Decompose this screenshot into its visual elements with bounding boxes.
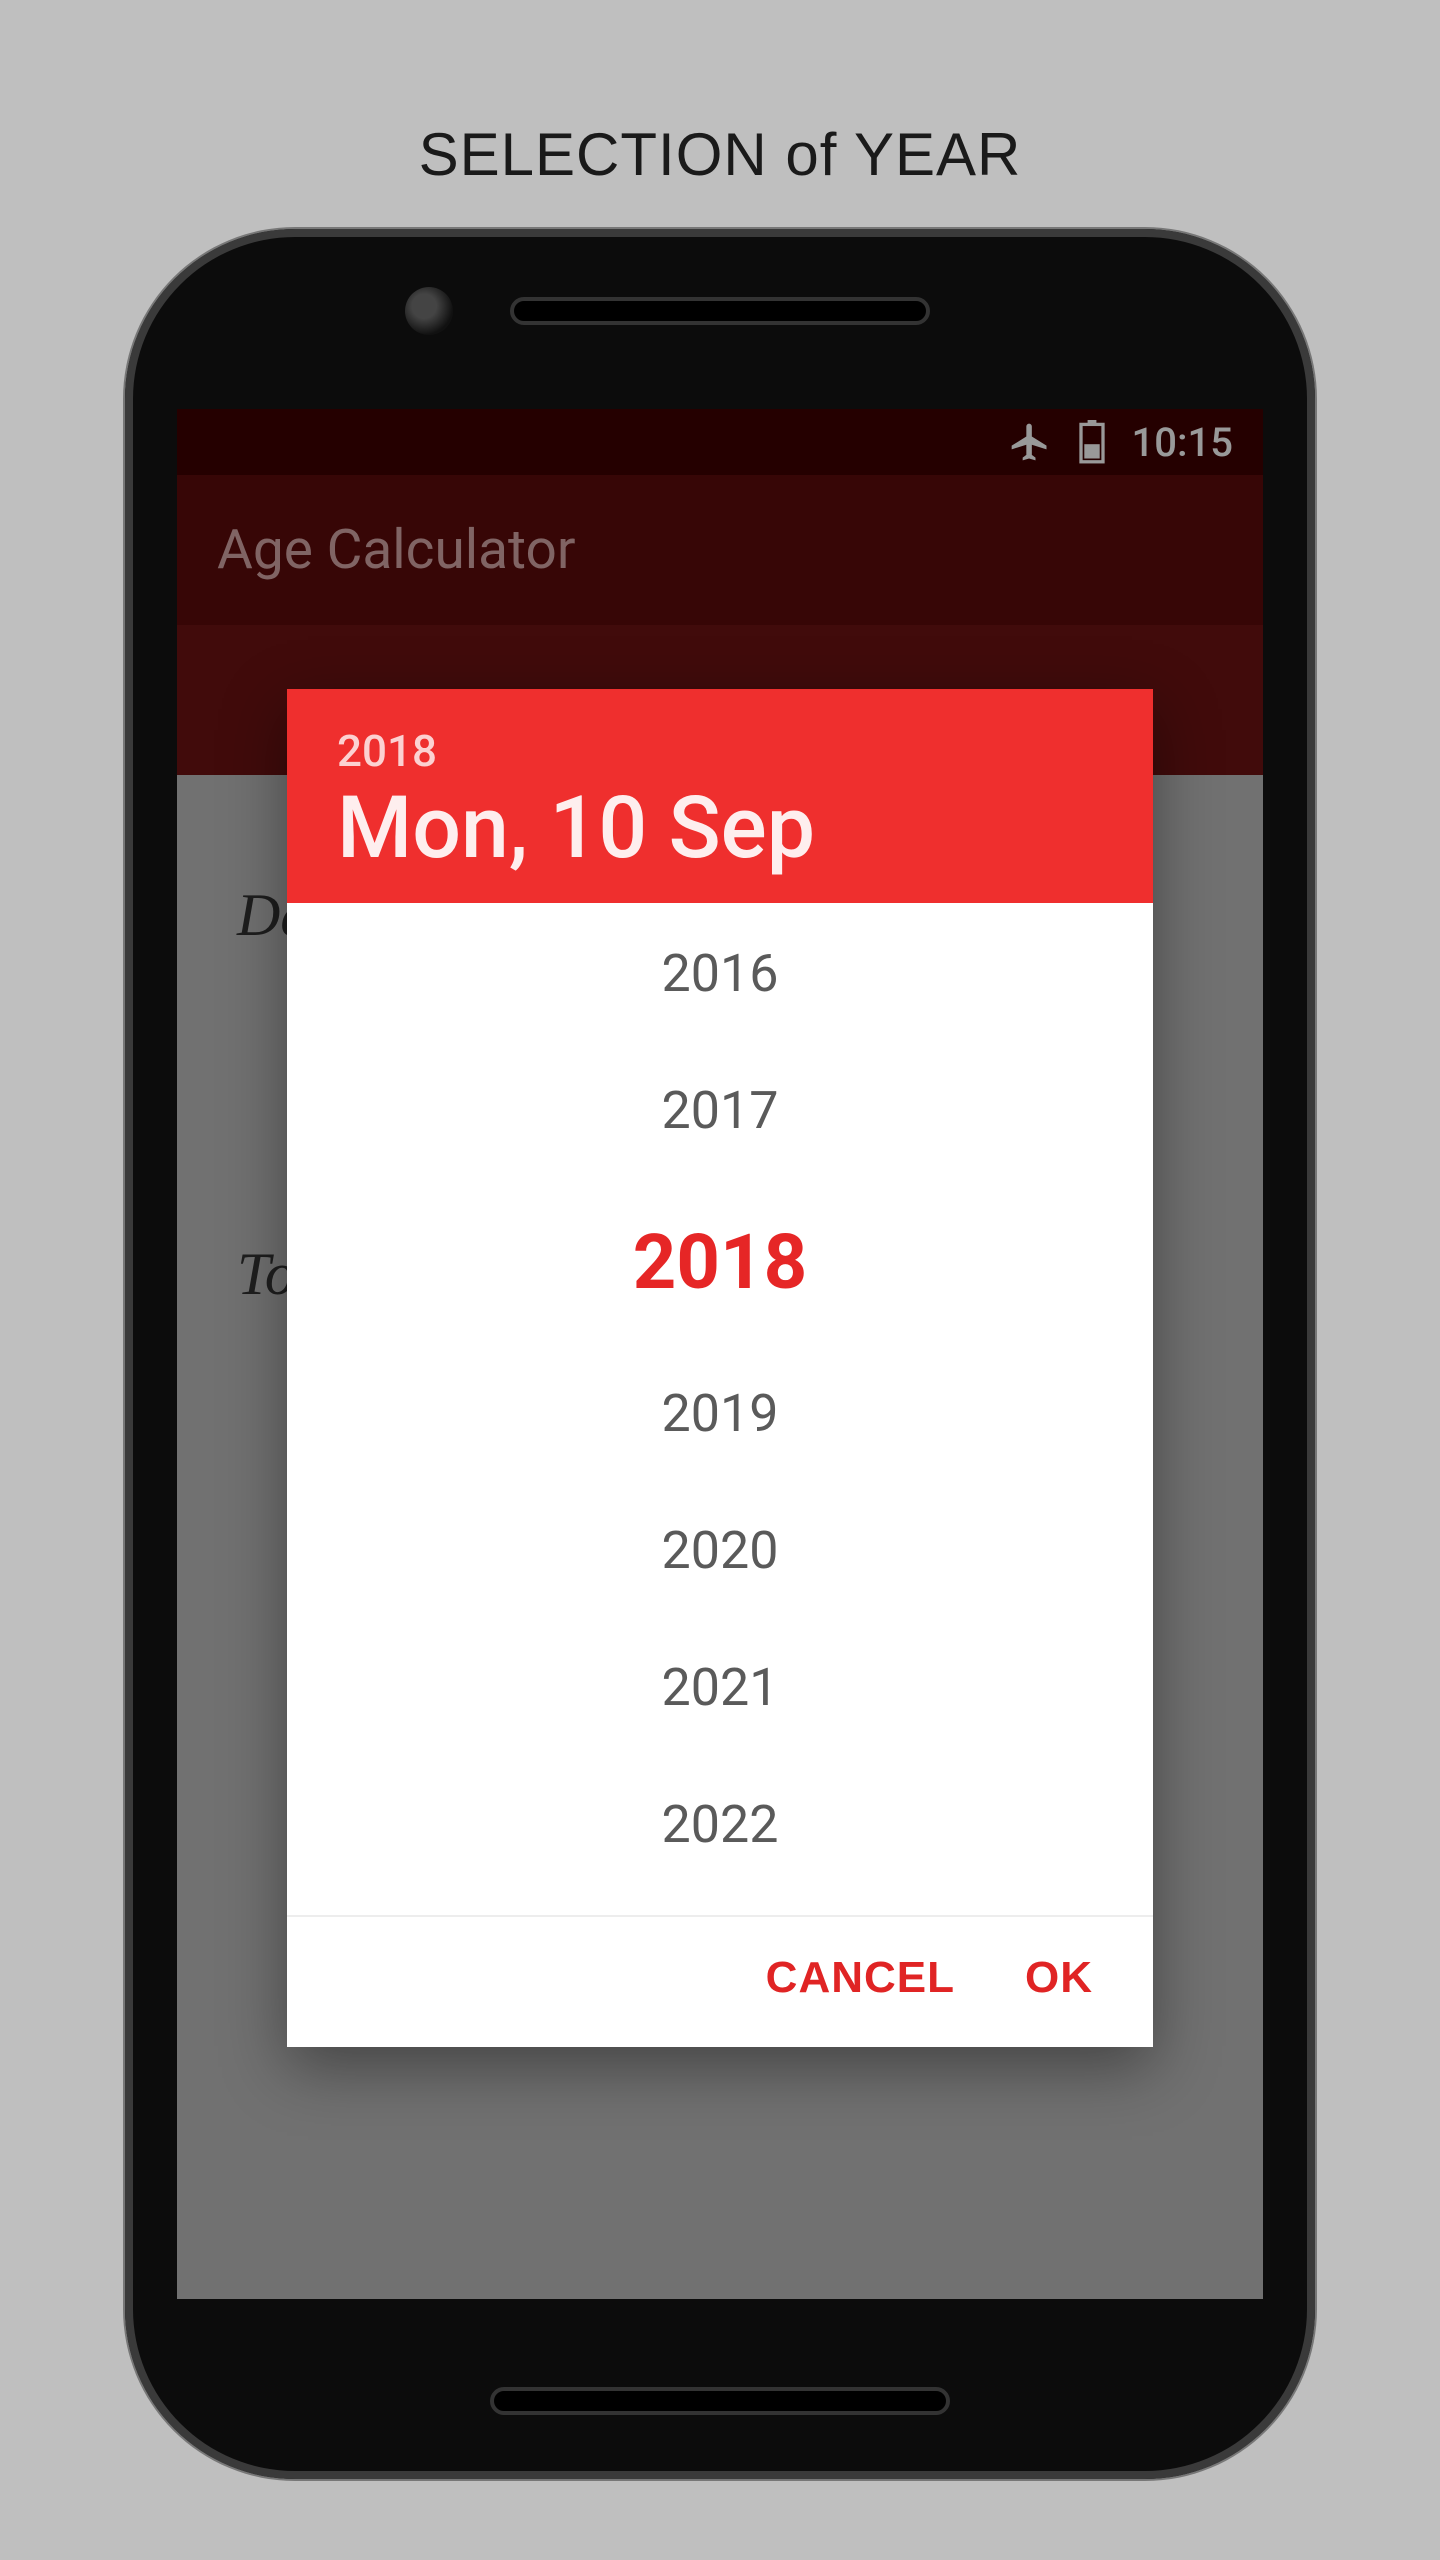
year-option-selected[interactable]: 2018 <box>593 1197 847 1327</box>
ok-button[interactable]: OK <box>1025 1953 1093 2003</box>
year-option[interactable]: 2020 <box>622 1500 819 1601</box>
year-option[interactable]: 2017 <box>622 1060 819 1161</box>
phone-camera <box>405 287 453 335</box>
year-option[interactable]: 2022 <box>622 1774 819 1875</box>
year-option[interactable]: 2016 <box>622 923 819 1024</box>
cancel-button[interactable]: CANCEL <box>766 1953 955 2003</box>
page-caption: SELECTION of YEAR <box>419 120 1022 189</box>
year-list[interactable]: 2016 2017 2018 2019 2020 2021 2022 <box>287 903 1153 1915</box>
phone-speaker-top <box>125 297 1315 325</box>
phone-screen: 10:15 Age Calculator Da To 2018 Mon, 10 … <box>177 409 1263 2299</box>
year-option[interactable]: 2019 <box>622 1363 819 1464</box>
date-picker-dialog: 2018 Mon, 10 Sep 2016 2017 2018 2019 202… <box>287 689 1153 2047</box>
dialog-actions: CANCEL OK <box>287 1917 1153 2047</box>
dialog-header-date[interactable]: Mon, 10 Sep <box>337 783 1103 873</box>
phone-speaker-bottom <box>125 2387 1315 2415</box>
phone-frame: 10:15 Age Calculator Da To 2018 Mon, 10 … <box>125 229 1315 2479</box>
dialog-header: 2018 Mon, 10 Sep <box>287 689 1153 903</box>
year-option[interactable]: 2021 <box>622 1637 819 1738</box>
dialog-header-year[interactable]: 2018 <box>337 725 1103 777</box>
